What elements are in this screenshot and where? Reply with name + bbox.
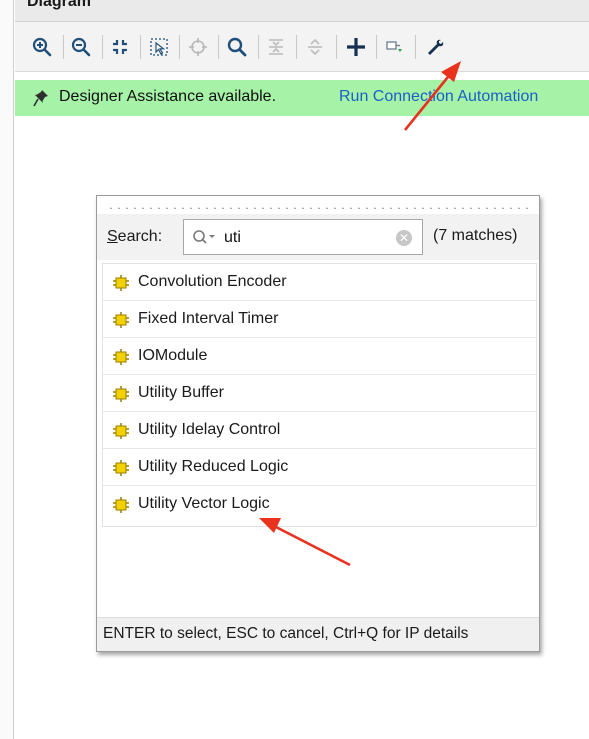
ip-result-label: Fixed Interval Timer [138, 310, 279, 327]
ip-result-label: Utility Vector Logic [138, 495, 270, 512]
ip-core-icon [113, 497, 129, 517]
ip-results-list: Convolution Encoder Fixed Interval Timer I… [102, 263, 537, 527]
ip-result-label: Convolution Encoder [138, 273, 287, 290]
toolbar-separator [179, 35, 180, 59]
ip-core-icon [113, 349, 129, 369]
zoom-fit-icon[interactable] [107, 34, 133, 60]
ip-core-icon [113, 312, 129, 332]
add-ip-popup: Search: ✕ (7 matches) Convolution Encode… [96, 195, 540, 652]
diagram-toolbar [15, 22, 589, 72]
search-label: Search: [107, 228, 162, 246]
ip-search-input[interactable] [224, 228, 384, 248]
ip-result-item[interactable]: Fixed Interval Timer [103, 301, 536, 338]
ip-result-item[interactable]: Convolution Encoder [103, 264, 536, 301]
designer-assistance-bar: Designer Assistance available. Run Conne… [15, 80, 589, 116]
panel-title: Diagram [27, 0, 92, 10]
ip-result-item[interactable]: Utility Reduced Logic [103, 449, 536, 486]
add-ip-icon[interactable] [343, 34, 369, 60]
ip-core-icon [113, 386, 129, 406]
toolbar-separator [140, 35, 141, 59]
diagram-title-bar: Diagram [15, 0, 589, 22]
toolbar-separator [102, 35, 103, 59]
ip-search-field[interactable]: ✕ [183, 219, 423, 255]
popup-drag-handle[interactable] [107, 207, 531, 209]
ip-result-label: IOModule [138, 347, 208, 364]
ip-result-item[interactable]: Utility Buffer [103, 375, 536, 412]
clear-search-icon[interactable]: ✕ [396, 230, 412, 246]
run-connection-automation-link[interactable]: Run Connection Automation [339, 88, 538, 106]
add-module-icon[interactable] [382, 34, 408, 60]
search-options-icon[interactable] [192, 229, 218, 249]
search-label-mnemonic: S [107, 228, 118, 245]
ip-core-icon [113, 423, 129, 443]
ip-core-icon [113, 460, 129, 480]
toolbar-separator [218, 35, 219, 59]
toolbar-separator [63, 35, 64, 59]
toolbar-separator [415, 35, 416, 59]
toolbar-separator [336, 35, 337, 59]
keyboard-hint: ENTER to select, ESC to cancel, Ctrl+Q f… [103, 625, 469, 642]
ip-result-item[interactable]: IOModule [103, 338, 536, 375]
assistance-message: Designer Assistance available. [59, 88, 277, 105]
search-row: Search: ✕ (7 matches) [97, 214, 539, 260]
left-panel-border [0, 0, 14, 739]
ip-result-label: Utility Buffer [138, 384, 224, 401]
ip-result-item[interactable]: Utility Idelay Control [103, 412, 536, 449]
toolbar-separator [296, 35, 297, 59]
ip-core-icon [113, 275, 129, 295]
toolbar-separator [376, 35, 377, 59]
pushpin-icon [33, 89, 49, 111]
ip-result-item[interactable]: Utility Vector Logic [103, 486, 536, 523]
ip-result-label: Utility Idelay Control [138, 421, 281, 438]
zoom-out-icon[interactable] [68, 34, 94, 60]
search-icon[interactable] [224, 34, 250, 60]
auto-connect-icon[interactable] [185, 34, 211, 60]
ip-result-label: Utility Reduced Logic [138, 458, 289, 475]
keyboard-hint-bar: ENTER to select, ESC to cancel, Ctrl+Q f… [97, 617, 539, 651]
expand-all-icon[interactable] [302, 34, 328, 60]
settings-wrench-icon[interactable] [422, 34, 448, 60]
match-count: (7 matches) [433, 227, 518, 244]
toolbar-separator [258, 35, 259, 59]
zoom-area-icon[interactable] [146, 34, 172, 60]
search-label-rest: earch: [117, 228, 163, 245]
collapse-all-icon[interactable] [263, 34, 289, 60]
zoom-in-icon[interactable] [29, 34, 55, 60]
